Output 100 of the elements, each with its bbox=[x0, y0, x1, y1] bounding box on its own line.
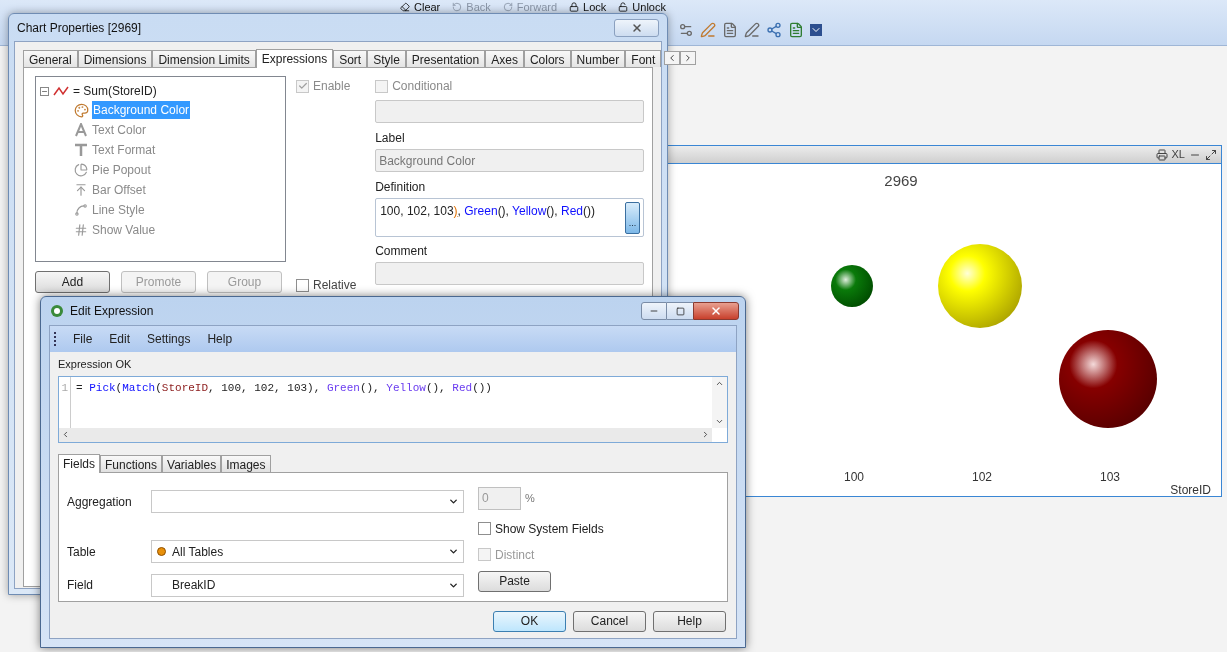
tab[interactable]: Dimensions bbox=[77, 50, 153, 67]
horizontal-scrollbar[interactable] bbox=[59, 427, 712, 442]
tab[interactable]: Images bbox=[221, 454, 271, 472]
dialog-button[interactable]: Add bbox=[35, 271, 110, 293]
menu-item[interactable]: File bbox=[73, 330, 93, 348]
field-label: Label bbox=[375, 130, 406, 147]
field-label: Field bbox=[67, 577, 94, 595]
label-field[interactable]: Background Color bbox=[375, 149, 644, 172]
close-icon bbox=[710, 305, 722, 317]
tab[interactable]: Axes bbox=[485, 50, 524, 67]
number-icon bbox=[74, 223, 88, 237]
field-label: Comment bbox=[375, 243, 429, 260]
tab[interactable]: Presentation bbox=[405, 50, 486, 67]
arrow-up-icon bbox=[74, 183, 88, 197]
tree-item[interactable]: = Sum(StoreID) bbox=[73, 82, 157, 100]
tab[interactable]: Dimension Limits bbox=[152, 50, 256, 67]
axis-label: 103 bbox=[1099, 469, 1121, 486]
menu-item[interactable]: Help bbox=[207, 330, 233, 348]
toolbar-button[interactable]: Unlock bbox=[618, 0, 666, 13]
checkbox-label: Relative bbox=[313, 277, 357, 294]
dropdown-value: All Tables bbox=[172, 543, 224, 561]
window-title: Chart Properties [2969] bbox=[17, 19, 142, 37]
axis-title: StoreID bbox=[1170, 482, 1211, 499]
toolbar-icon bbox=[569, 1, 580, 12]
vertical-scrollbar[interactable] bbox=[712, 376, 727, 428]
checkbox-label: Conditional bbox=[392, 78, 453, 95]
comment-field[interactable] bbox=[375, 262, 644, 285]
collapse-icon[interactable] bbox=[40, 86, 49, 96]
tab[interactable]: Expressions bbox=[255, 49, 334, 68]
app-icon bbox=[50, 304, 64, 318]
minimize-button[interactable] bbox=[641, 302, 667, 320]
checkbox-label: Show System Fields bbox=[495, 520, 604, 538]
close-button[interactable] bbox=[614, 18, 659, 37]
tab[interactable]: Number bbox=[570, 50, 626, 67]
tab[interactable]: Fields bbox=[58, 453, 100, 473]
dialog-button[interactable]: OK bbox=[493, 610, 566, 632]
axis-label: 100 bbox=[843, 469, 865, 486]
status-text: Expression OK bbox=[58, 357, 133, 372]
definition-text: 100, 102, 103), Green(), Yellow(), Red()) bbox=[380, 203, 595, 220]
menu-item[interactable]: Edit bbox=[109, 330, 131, 348]
field-label: Definition bbox=[375, 179, 427, 196]
line-chart-icon bbox=[74, 203, 88, 217]
document-icon[interactable] bbox=[788, 22, 804, 38]
chart-icon bbox=[53, 85, 69, 97]
percent-sign: % bbox=[525, 490, 535, 506]
checkbox-label: Distinct bbox=[495, 546, 535, 564]
dialog-button[interactable]: Cancel bbox=[573, 610, 646, 632]
checkbox-label: Enable bbox=[313, 78, 351, 95]
definition-field[interactable]: 100, 102, 103), Green(), Yellow(), Red()) ... bbox=[375, 198, 644, 237]
tab[interactable]: Functions bbox=[100, 454, 163, 472]
line-number: 1 bbox=[59, 376, 71, 428]
window-title: Edit Expression bbox=[70, 303, 154, 320]
code-editor[interactable]: 1 = Pick(Match(StoreID, 100, 102, 103), Green(), Yellow(), Red()) bbox=[58, 375, 728, 443]
field-label: Aggregation bbox=[67, 493, 133, 511]
maximize-icon bbox=[675, 306, 685, 316]
chart-title: 2969 bbox=[883, 171, 919, 191]
maximize-icon[interactable] bbox=[1205, 148, 1217, 161]
paste-button[interactable]: Paste bbox=[478, 570, 551, 592]
show-system-fields-checkbox[interactable] bbox=[478, 522, 491, 535]
edit-icon[interactable] bbox=[744, 22, 760, 38]
expand-button[interactable]: ... bbox=[625, 202, 640, 234]
toolbar-icon bbox=[400, 1, 410, 12]
condition-field[interactable] bbox=[375, 100, 644, 123]
dialog-button[interactable]: Help bbox=[653, 610, 726, 632]
toolbar-icon bbox=[618, 1, 629, 12]
menu-item[interactable]: Settings bbox=[147, 330, 191, 348]
close-icon bbox=[630, 21, 643, 34]
document-icon[interactable] bbox=[722, 22, 738, 38]
share-icon[interactable] bbox=[766, 22, 782, 38]
toolbar-icon bbox=[452, 1, 463, 12]
relative-checkbox[interactable] bbox=[296, 278, 309, 292]
scroll-right-button[interactable] bbox=[680, 51, 697, 65]
letter-a-icon bbox=[74, 123, 88, 137]
tab[interactable]: Style bbox=[367, 50, 406, 67]
xl-button[interactable]: XL bbox=[1171, 146, 1185, 163]
aggregation-dropdown[interactable] bbox=[151, 490, 464, 514]
tab[interactable]: Variables bbox=[162, 454, 222, 472]
edit-icon[interactable] bbox=[700, 22, 716, 38]
field-label: Table bbox=[67, 543, 97, 561]
axis-label: 102 bbox=[971, 469, 993, 486]
toolbar-button[interactable]: Lock bbox=[569, 0, 607, 13]
scroll-right-icon bbox=[701, 430, 710, 439]
tab[interactable]: Font bbox=[625, 50, 662, 67]
palette-icon bbox=[74, 102, 89, 118]
code-line: = Pick(Match(StoreID, 100, 102, 103), Green(), Yellow(), Red()) bbox=[76, 380, 492, 396]
tab[interactable]: Sort bbox=[333, 50, 368, 67]
scroll-left-icon bbox=[61, 430, 70, 439]
maximize-button[interactable] bbox=[667, 302, 693, 320]
letter-t-icon bbox=[74, 143, 88, 157]
table-dropdown[interactable]: All Tables bbox=[151, 540, 464, 564]
close-button[interactable] bbox=[693, 302, 739, 320]
toolbar-button[interactable]: Clear bbox=[400, 0, 441, 13]
scroll-left-button[interactable] bbox=[664, 51, 681, 65]
toolbar-icon bbox=[502, 1, 513, 12]
pie-chart-icon bbox=[74, 163, 88, 177]
dropdown-icon[interactable] bbox=[810, 24, 822, 36]
field-dropdown[interactable]: BreakID bbox=[151, 573, 464, 597]
tab[interactable]: General bbox=[23, 50, 78, 67]
tab[interactable]: Colors bbox=[523, 50, 571, 67]
print-icon[interactable] bbox=[1155, 148, 1168, 161]
